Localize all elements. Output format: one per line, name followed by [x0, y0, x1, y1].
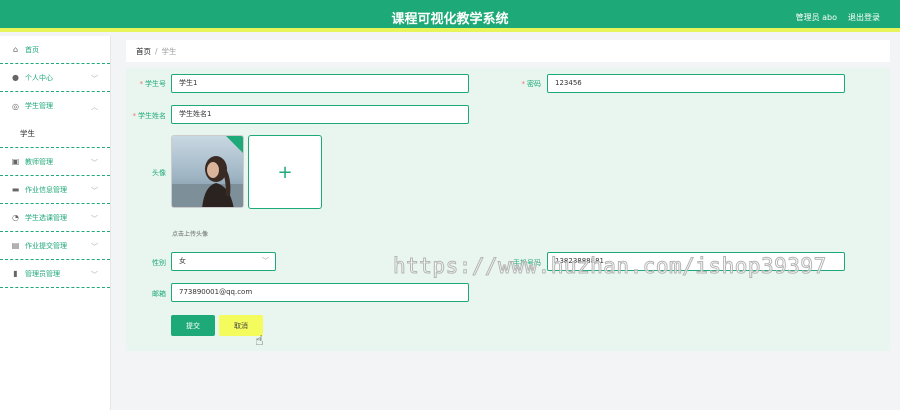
password-label: * 密码: [521, 80, 542, 88]
breadcrumb-home[interactable]: 首页: [136, 46, 151, 57]
submit-button[interactable]: 提交: [171, 315, 215, 336]
hand-cursor-icon: ☝: [255, 333, 264, 349]
student-id-field[interactable]: 学生1: [171, 74, 469, 93]
chevron-down-icon: ﹀: [91, 187, 98, 195]
gender-label: 性别: [152, 259, 166, 267]
student-name-label: * 学生姓名: [132, 112, 167, 120]
sidebar-item-label: 管理员管理: [25, 269, 60, 278]
student-name-field[interactable]: 学生姓名1: [171, 105, 469, 124]
email-label: 邮箱: [152, 290, 166, 298]
chevron-down-icon: ﹀: [91, 159, 98, 167]
upload-hint-text: 点击上传头像: [172, 231, 209, 238]
sidebar-item-teacher-management[interactable]: ▣ 教师管理 ﹀: [0, 148, 110, 176]
sidebar-item-profile[interactable]: ● 个人中心 ﹀: [0, 64, 110, 92]
chart-icon: ▮: [13, 269, 18, 278]
plus-icon: +: [277, 161, 293, 183]
watermark-text: https://www.huzhan.com/ishop39397: [393, 254, 827, 279]
password-field[interactable]: 123456: [547, 74, 845, 93]
id-card-icon: ▣: [11, 157, 20, 166]
sidebar-item-home[interactable]: ⌂ 首页: [0, 36, 110, 64]
sidebar-item-course-selection[interactable]: ◔ 学生选课管理 ﹀: [0, 204, 110, 232]
avatar-label: 头像: [152, 169, 166, 177]
sidebar-item-label: 作业提交管理: [25, 241, 67, 250]
chevron-down-icon: ﹀: [91, 271, 98, 279]
chevron-down-icon: ﹀: [262, 257, 269, 265]
top-header: 课程可视化教学系统 管理员 abo 退出登录: [0, 0, 900, 32]
sidebar-item-student-management[interactable]: ◎ 学生管理 ︿: [0, 92, 110, 120]
sidebar: ⌂ 首页 ● 个人中心 ﹀ ◎ 学生管理 ︿ 学生 ▣ 教师管理 ﹀ ▬ 作业信…: [0, 36, 111, 410]
chevron-up-icon: ︿: [91, 103, 98, 111]
home-icon: ⌂: [12, 45, 19, 54]
chevron-down-icon: ﹀: [91, 75, 98, 83]
logout-link[interactable]: 退出登录: [848, 12, 880, 23]
breadcrumb: 首页 / 学生: [126, 40, 890, 62]
admin-user-label[interactable]: 管理员 abo: [796, 12, 837, 23]
sidebar-item-student[interactable]: 学生: [0, 120, 110, 148]
breadcrumb-separator: /: [155, 46, 158, 56]
sidebar-item-admin-management[interactable]: ▮ 管理员管理 ﹀: [0, 260, 110, 288]
compass-icon: ◎: [12, 101, 19, 111]
briefcase-icon: ▬: [11, 185, 20, 194]
avatar-upload-button[interactable]: +: [248, 135, 322, 209]
sidebar-item-label: 作业信息管理: [25, 185, 67, 194]
print-icon: ▤: [11, 241, 20, 250]
breadcrumb-current: 学生: [161, 46, 177, 56]
sidebar-item-label: 学生: [20, 129, 35, 138]
app-title: 课程可视化教学系统: [391, 12, 509, 27]
sidebar-item-label: 首页: [25, 45, 39, 54]
avatar-thumbnail[interactable]: [171, 135, 244, 208]
gender-selected-value: 女: [179, 257, 186, 265]
sidebar-item-label: 个人中心: [25, 73, 53, 82]
clock-icon: ◔: [12, 213, 19, 222]
gender-select[interactable]: 女 ﹀: [171, 252, 276, 271]
sidebar-item-homework-submission[interactable]: ▤ 作业提交管理 ﹀: [0, 232, 110, 260]
chevron-down-icon: ﹀: [91, 243, 98, 251]
sidebar-item-label: 教师管理: [25, 157, 53, 166]
user-icon: ●: [12, 73, 19, 82]
chevron-down-icon: ﹀: [91, 215, 98, 223]
email-field[interactable]: 773890001@qq.com: [171, 283, 469, 302]
student-id-label: * 学生号: [139, 80, 167, 88]
sidebar-item-label: 学生选课管理: [25, 213, 67, 222]
sidebar-item-homework-info[interactable]: ▬ 作业信息管理 ﹀: [0, 176, 110, 204]
avatar-photo: [172, 136, 243, 207]
sidebar-item-label: 学生管理: [25, 102, 53, 110]
